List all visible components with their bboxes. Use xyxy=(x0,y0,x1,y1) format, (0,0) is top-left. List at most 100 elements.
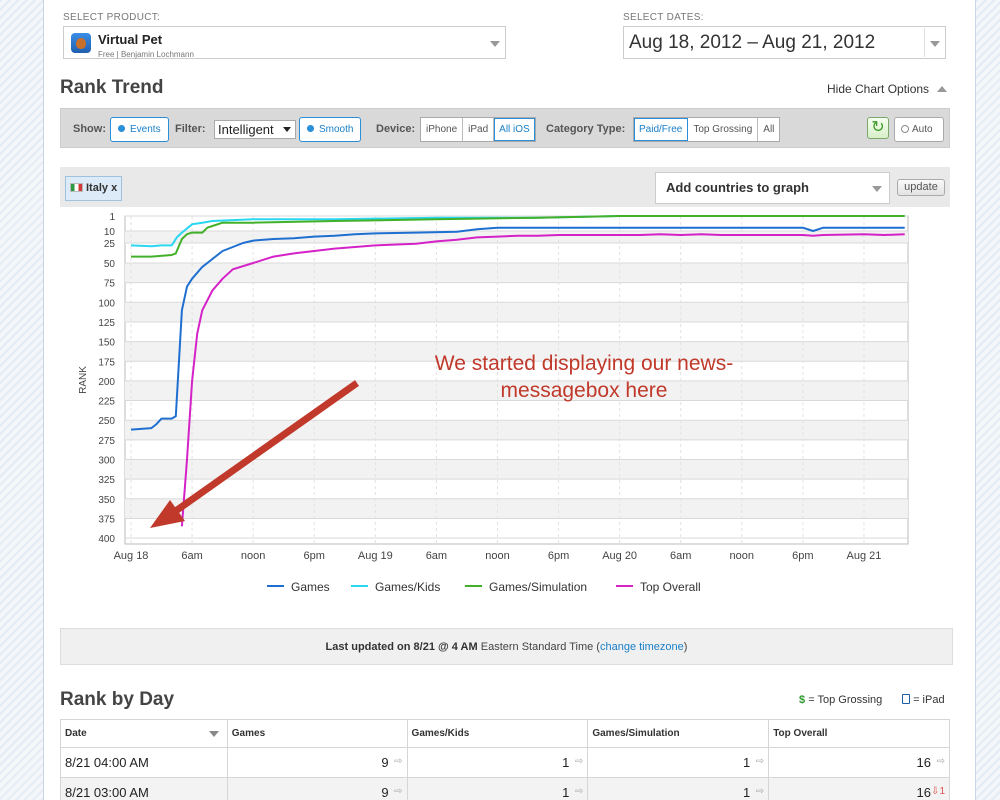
y-axis-ticks: 1 1025 50 75 100 125 150 175 200 225 250 275 300 325 3… xyxy=(98,212,115,545)
unchanged-arrow-icon: ⇨ xyxy=(755,786,765,797)
rank-value: 9 xyxy=(381,785,389,800)
legend-item-games-simulation[interactable]: Games/Simulation xyxy=(465,580,587,594)
rank-value: 9 xyxy=(381,755,389,770)
rank-value: 16 xyxy=(916,755,931,770)
change-timezone-link[interactable]: change timezone xyxy=(600,641,684,653)
legend-label: Games/Simulation xyxy=(489,580,588,594)
ipad-legend: = iPad xyxy=(902,694,945,706)
legend-swatch xyxy=(465,585,482,587)
unchanged-arrow-icon: ⇨ xyxy=(574,756,584,767)
column-header-games[interactable]: Games xyxy=(226,719,408,748)
column-header-label: Date xyxy=(65,728,87,739)
x-tick-label: noon xyxy=(241,550,265,562)
y-tick-label: 400 xyxy=(98,534,115,545)
rank-cell: 1 ⇨ xyxy=(406,747,589,778)
y-tick-label: 50 xyxy=(104,259,116,270)
y-axis-label: RANK xyxy=(78,366,89,394)
unchanged-arrow-icon: ⇨ xyxy=(394,756,403,767)
x-tick-label: 6am xyxy=(426,550,447,562)
ipad-icon xyxy=(902,694,910,704)
rank-value: 1 xyxy=(742,755,751,770)
sort-arrow-icon xyxy=(208,731,219,737)
x-tick-label: 6pm xyxy=(548,550,569,562)
date-cell: 8/21 03:00 AM xyxy=(60,777,228,800)
x-tick-label: noon xyxy=(730,550,754,562)
last-updated-bar: Last updated on 8/21 @ 4 AM Eastern Stan… xyxy=(60,628,953,665)
y-tick-label: 200 xyxy=(98,377,115,388)
chart-annotation: We started displaying our news-messagebo… xyxy=(434,352,734,402)
y-tick-label: 250 xyxy=(98,416,115,427)
legend-item-games-kids[interactable]: Games/Kids xyxy=(351,580,440,594)
rank-cell: 1 ⇨ xyxy=(587,747,770,778)
y-tick-label: 225 xyxy=(98,397,115,408)
date-cell: 8/21 04:00 AM xyxy=(60,747,228,778)
column-header-date[interactable]: Date xyxy=(60,719,228,748)
y-tick-label: 75 xyxy=(104,279,116,290)
legend-item-top-overall[interactable]: Top Overall xyxy=(616,580,701,594)
rank-cell: 9 ⇨ xyxy=(226,747,408,778)
unchanged-arrow-icon: ⇨ xyxy=(574,786,584,797)
x-tick-label: Aug 20 xyxy=(602,550,637,562)
rank-cell: 9 ⇨ xyxy=(226,777,408,800)
x-axis-ticks: Aug 18 6am noon 6pm Aug 19 6am noon 6pm Aug 20 6a… xyxy=(114,550,882,562)
y-tick-label: 1 xyxy=(109,212,115,223)
x-tick-label: Aug 21 xyxy=(847,550,882,562)
rank-cell: 16 ⇨ xyxy=(768,747,950,778)
legend-swatch xyxy=(351,585,368,587)
legend-label: Games xyxy=(291,580,330,594)
x-tick-label: 6am xyxy=(670,550,691,562)
y-tick-label: 25 xyxy=(104,239,116,250)
top-grossing-legend-label: = Top Grossing xyxy=(808,694,883,706)
y-tick-label: 300 xyxy=(98,456,115,467)
column-header-top-overall[interactable]: Top Overall xyxy=(768,719,950,748)
ipad-legend-label: = iPad xyxy=(913,694,945,706)
x-tick-label: Aug 19 xyxy=(358,550,393,562)
rank-by-day-table: Date Games Games/Kids Games/Simulation T… xyxy=(60,719,950,800)
grid-band xyxy=(125,231,908,243)
column-header-games-kids[interactable]: Games/Kids xyxy=(406,719,589,748)
y-tick-label: 150 xyxy=(98,338,115,349)
last-updated-text: Last updated on 8/21 @ 4 AM xyxy=(325,641,478,653)
y-tick-label: 10 xyxy=(104,227,116,238)
rank-value: 1 xyxy=(742,785,751,800)
unchanged-arrow-icon: ⇨ xyxy=(755,756,765,767)
y-tick-label: 325 xyxy=(98,475,115,486)
legend-label: Games/Kids xyxy=(375,580,441,594)
grid-band xyxy=(125,420,908,440)
y-tick-label: 175 xyxy=(98,357,115,368)
unchanged-arrow-icon: ⇨ xyxy=(394,786,403,797)
x-tick-label: noon xyxy=(485,550,509,562)
legend-swatch xyxy=(616,585,633,587)
column-header-games-simulation[interactable]: Games/Simulation xyxy=(587,719,770,748)
rank-down-icon: ⇩1 xyxy=(931,786,945,797)
rank-cell: 1 ⇨ xyxy=(406,777,589,800)
y-tick-label: 100 xyxy=(98,298,115,309)
grid-band xyxy=(125,302,908,322)
x-tick-label: 6pm xyxy=(304,550,325,562)
rank-cell: 1 ⇨ xyxy=(587,777,770,800)
grid-band xyxy=(125,498,908,519)
table-row: 8/21 03:00 AM 9 ⇨ 1 ⇨ 1 ⇨ 16 ⇩1 xyxy=(60,777,950,800)
rank-change-value: 1 xyxy=(939,786,945,797)
y-tick-label: 125 xyxy=(98,318,115,329)
rank-cell: 16 ⇩1 xyxy=(768,777,950,800)
x-tick-label: Aug 18 xyxy=(114,550,149,562)
top-grossing-legend: $ = Top Grossing xyxy=(799,694,882,706)
y-tick-label: 350 xyxy=(98,495,115,506)
dollar-icon: $ xyxy=(799,694,806,706)
page: SELECT PRODUCT: Virtual Pet Free | Benja… xyxy=(43,0,976,800)
y-tick-label: 375 xyxy=(98,514,115,525)
legend-item-games[interactable]: Games xyxy=(267,580,330,594)
x-tick-label: 6pm xyxy=(792,550,813,562)
rank-value: 1 xyxy=(562,785,570,800)
y-tick-label: 275 xyxy=(98,436,115,447)
timezone-text: Eastern Standard Time xyxy=(480,641,594,653)
x-tick-label: 6am xyxy=(181,550,202,562)
rank-by-day-title: Rank by Day xyxy=(60,689,175,710)
legend-label: Top Overall xyxy=(640,580,701,594)
table-row: 8/21 04:00 AM 9 ⇨ 1 ⇨ 1 ⇨ 16 ⇨ xyxy=(60,747,950,778)
rank-value: 1 xyxy=(562,755,570,770)
legend-swatch xyxy=(267,585,284,587)
unchanged-arrow-icon: ⇨ xyxy=(936,756,945,767)
rank-value: 16 xyxy=(916,785,931,800)
